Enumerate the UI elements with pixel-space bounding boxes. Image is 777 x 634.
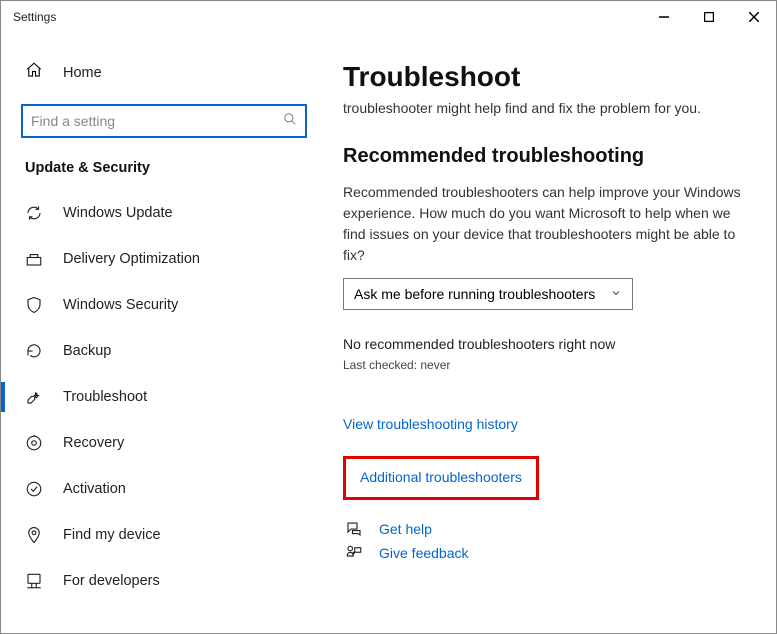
chat-icon bbox=[343, 520, 365, 538]
search-box[interactable] bbox=[21, 104, 307, 138]
developer-icon bbox=[25, 572, 43, 590]
sidebar-item-for-developers[interactable]: For developers bbox=[1, 558, 327, 604]
search-icon bbox=[283, 112, 297, 131]
sidebar-item-label: Find my device bbox=[63, 527, 161, 543]
status-text: No recommended troubleshooters right now bbox=[343, 336, 748, 352]
sidebar-item-label: For developers bbox=[63, 573, 160, 589]
sync-icon bbox=[25, 204, 43, 222]
sidebar-item-label: Recovery bbox=[63, 435, 124, 451]
additional-troubleshooters-link[interactable]: Additional troubleshooters bbox=[360, 469, 522, 485]
give-feedback-row[interactable]: Give feedback bbox=[343, 544, 748, 562]
sidebar-item-recovery[interactable]: Recovery bbox=[1, 420, 327, 466]
history-link[interactable]: View troubleshooting history bbox=[343, 416, 518, 432]
sidebar-item-windows-security[interactable]: Windows Security bbox=[1, 282, 327, 328]
sidebar-item-label: Windows Update bbox=[63, 205, 173, 221]
home-button[interactable]: Home bbox=[1, 53, 327, 92]
sidebar-item-delivery-optimization[interactable]: Delivery Optimization bbox=[1, 236, 327, 282]
sidebar-item-label: Troubleshoot bbox=[63, 389, 147, 405]
content-pane: Troubleshoot troubleshooter might help f… bbox=[327, 33, 776, 633]
window-body: Home Update & Security Windows Update bbox=[1, 33, 776, 633]
settings-window: Settings Home bbox=[0, 0, 777, 634]
sidebar-item-activation[interactable]: Activation bbox=[1, 466, 327, 512]
intro-text: troubleshooter might help find and fix t… bbox=[343, 99, 748, 119]
troubleshoot-preference-dropdown[interactable]: Ask me before running troubleshooters bbox=[343, 278, 633, 310]
sidebar-item-label: Delivery Optimization bbox=[63, 251, 200, 267]
feedback-icon bbox=[343, 544, 365, 562]
sidebar-item-windows-update[interactable]: Windows Update bbox=[1, 190, 327, 236]
sidebar-item-label: Windows Security bbox=[63, 297, 178, 313]
get-help-link[interactable]: Get help bbox=[379, 521, 432, 537]
window-controls bbox=[641, 1, 776, 33]
get-help-row[interactable]: Get help bbox=[343, 520, 748, 538]
sidebar: Home Update & Security Windows Update bbox=[1, 33, 327, 633]
recovery-icon bbox=[25, 434, 43, 452]
window-title: Settings bbox=[13, 10, 56, 24]
shield-icon bbox=[25, 296, 43, 314]
minimize-button[interactable] bbox=[641, 1, 686, 33]
check-circle-icon bbox=[25, 480, 43, 498]
sidebar-item-find-my-device[interactable]: Find my device bbox=[1, 512, 327, 558]
sidebar-item-label: Backup bbox=[63, 343, 111, 359]
sidebar-item-backup[interactable]: Backup bbox=[1, 328, 327, 374]
home-label: Home bbox=[63, 65, 102, 81]
additional-troubleshooters-highlight: Additional troubleshooters bbox=[343, 456, 539, 500]
give-feedback-link[interactable]: Give feedback bbox=[379, 545, 469, 561]
titlebar: Settings bbox=[1, 1, 776, 33]
recommended-text: Recommended troubleshooters can help imp… bbox=[343, 182, 743, 266]
recommended-heading: Recommended troubleshooting bbox=[343, 145, 748, 168]
page-title: Troubleshoot bbox=[343, 61, 748, 93]
maximize-button[interactable] bbox=[686, 1, 731, 33]
sidebar-item-label: Activation bbox=[63, 481, 126, 497]
section-title: Update & Security bbox=[1, 138, 327, 190]
location-icon bbox=[25, 526, 43, 544]
sidebar-item-troubleshoot[interactable]: Troubleshoot bbox=[1, 374, 327, 420]
search-input[interactable] bbox=[31, 113, 283, 129]
backup-icon bbox=[25, 342, 43, 360]
nav-list: Windows Update Delivery Optimization Win… bbox=[1, 190, 327, 604]
close-button[interactable] bbox=[731, 1, 776, 33]
last-checked-text: Last checked: never bbox=[343, 358, 748, 372]
wrench-icon bbox=[25, 388, 43, 406]
delivery-icon bbox=[25, 250, 43, 268]
dropdown-value: Ask me before running troubleshooters bbox=[354, 286, 595, 302]
chevron-down-icon bbox=[610, 286, 622, 302]
home-icon bbox=[25, 61, 43, 84]
